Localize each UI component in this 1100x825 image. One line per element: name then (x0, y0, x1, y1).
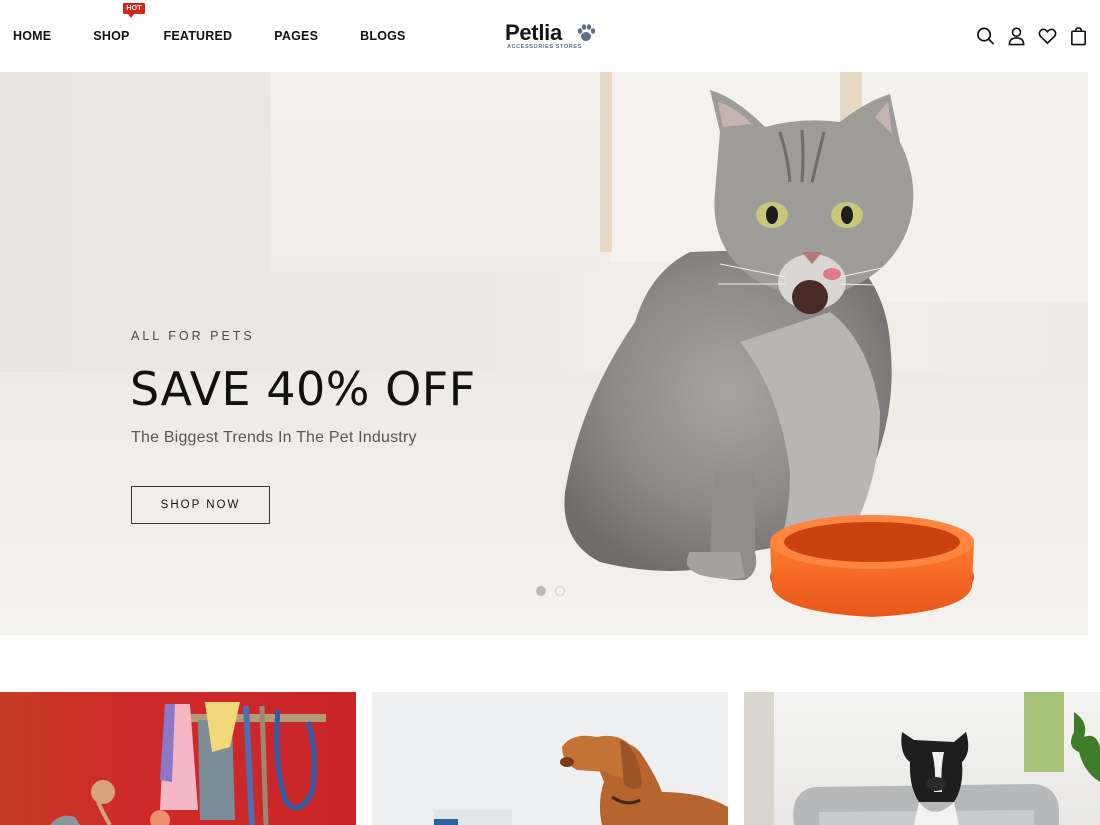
heart-icon[interactable] (1038, 26, 1057, 46)
site-header: HOME SHOP HOT FEATURED PAGES BLOGS Petli… (0, 0, 1100, 72)
french-bulldog-on-bed-image (744, 692, 1100, 825)
user-icon[interactable] (1007, 26, 1026, 46)
nav-item-home[interactable]: HOME (13, 29, 51, 43)
slider-dot-1[interactable] (536, 586, 546, 596)
shopping-bag-icon[interactable] (1069, 26, 1088, 46)
search-icon[interactable] (976, 26, 995, 46)
site-logo[interactable]: Petlia ACCESSORIES STORES (505, 20, 600, 52)
hero-title: SAVE 40% OFF (130, 362, 476, 416)
nav-item-blogs[interactable]: BLOGS (360, 29, 405, 43)
hero-subtitle: The Biggest Trends In The Pet Industry (131, 429, 417, 446)
category-card-accessories[interactable] (0, 692, 356, 825)
hot-badge: HOT (123, 3, 145, 18)
nav-item-shop[interactable]: SHOP HOT (93, 3, 145, 43)
shop-now-button[interactable]: SHOP NOW (131, 486, 270, 524)
nav-item-shop-label: SHOP (93, 29, 130, 43)
hero-eyebrow: ALL FOR PETS (131, 329, 255, 343)
nav-item-featured[interactable]: FEATURED (164, 29, 233, 43)
pet-accessories-image (50, 702, 326, 825)
nav-item-pages[interactable]: PAGES (274, 29, 318, 43)
slider-dot-2[interactable] (555, 586, 565, 596)
cat-with-bowl-image (564, 90, 974, 617)
category-card-beds[interactable] (744, 692, 1100, 825)
header-icons (976, 26, 1088, 46)
logo-name: Petlia (505, 20, 562, 45)
hero-banner: ALL FOR PETS SAVE 40% OFF The Biggest Tr… (0, 72, 1088, 635)
dog-image (434, 735, 728, 825)
logo-tagline: ACCESSORIES STORES (507, 44, 582, 50)
category-card-dogs[interactable] (372, 692, 728, 825)
main-nav: HOME SHOP HOT FEATURED PAGES BLOGS (13, 0, 448, 72)
paw-icon (577, 24, 596, 41)
slider-pagination (536, 586, 565, 596)
